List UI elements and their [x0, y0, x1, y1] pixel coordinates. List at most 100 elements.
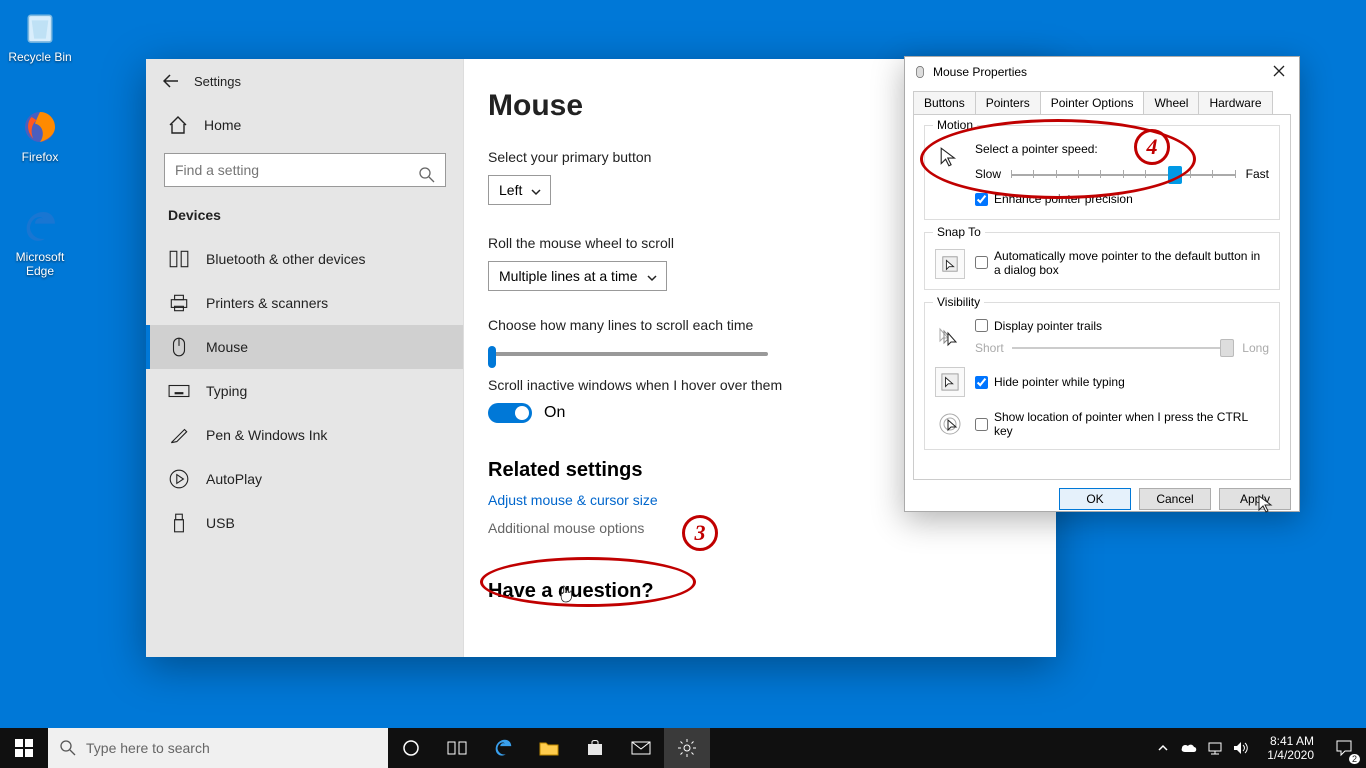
snapto-checkbox[interactable]: Automatically move pointer to the defaul… [975, 249, 1269, 277]
speed-slow-label: Slow [975, 167, 1001, 181]
desktop-icon-label: Firefox [5, 150, 75, 164]
sidebar-item-usb[interactable]: USB [146, 501, 463, 545]
link-additional-mouse-options[interactable]: Additional mouse options [488, 520, 1032, 536]
toggle-state: On [544, 404, 565, 422]
tray-onedrive[interactable] [1177, 728, 1201, 768]
tray-show-hidden[interactable] [1151, 728, 1175, 768]
taskbar-mail[interactable] [618, 728, 664, 768]
pen-icon [168, 425, 190, 445]
tab-buttons[interactable]: Buttons [913, 91, 976, 114]
recycle-bin-icon [19, 6, 61, 48]
network-icon [1207, 741, 1223, 755]
desktop-icon-recycle-bin[interactable]: Recycle Bin [5, 6, 75, 64]
taskbar-taskview[interactable] [434, 728, 480, 768]
sidebar-item-autoplay[interactable]: AutoPlay [146, 457, 463, 501]
tab-pointers[interactable]: Pointers [975, 91, 1041, 114]
taskbar-explorer[interactable] [526, 728, 572, 768]
taskbar: Type here to search 8:41 AM 1/4/2020 2 [0, 728, 1366, 768]
mouse-properties-dialog: Mouse Properties Buttons Pointers Pointe… [904, 56, 1300, 512]
trails-icon [935, 322, 965, 352]
hide-typing-icon [935, 367, 965, 397]
taskbar-edge[interactable] [480, 728, 526, 768]
snapto-icon [935, 249, 965, 279]
system-tray [1145, 728, 1259, 768]
sidebar-item-typing[interactable]: Typing [146, 369, 463, 413]
taskbar-clock[interactable]: 8:41 AM 1/4/2020 [1259, 734, 1322, 763]
sidebar-item-pen[interactable]: Pen & Windows Ink [146, 413, 463, 457]
notification-badge: 2 [1349, 754, 1360, 764]
taskbar-action-center[interactable]: 2 [1322, 728, 1366, 768]
trails-slider[interactable]: Short Long [975, 341, 1269, 355]
hide-while-typing-checkbox[interactable]: Hide pointer while typing [975, 375, 1125, 389]
sidebar-item-bluetooth[interactable]: Bluetooth & other devices [146, 237, 463, 281]
tray-volume[interactable] [1229, 728, 1253, 768]
inactive-windows-toggle[interactable] [488, 403, 532, 423]
sidebar-item-label: USB [206, 515, 235, 531]
start-button[interactable] [0, 728, 48, 768]
settings-header: Settings [146, 59, 463, 103]
cortana-icon [402, 739, 420, 757]
sidebar-item-printers[interactable]: Printers & scanners [146, 281, 463, 325]
settings-title: Settings [194, 74, 241, 89]
fieldset-label: Visibility [933, 295, 984, 309]
display-trails-checkbox[interactable]: Display pointer trails [975, 319, 1102, 333]
enhance-precision-checkbox[interactable]: Enhance pointer precision [975, 192, 1133, 206]
dialog-titlebar[interactable]: Mouse Properties [905, 57, 1299, 87]
sidebar-section-label: Devices [146, 203, 463, 237]
printer-icon [168, 293, 190, 313]
arrow-left-icon [163, 73, 179, 89]
apply-button[interactable]: Apply [1219, 488, 1291, 510]
clock-date: 1/4/2020 [1267, 748, 1314, 762]
chevron-down-icon [646, 272, 658, 284]
scroll-lines-slider[interactable] [488, 343, 768, 363]
sidebar-item-label: Typing [206, 383, 247, 399]
taskbar-cortana[interactable] [388, 728, 434, 768]
mail-icon [631, 741, 651, 755]
tab-hardware[interactable]: Hardware [1198, 91, 1272, 114]
pointer-speed-label: Select a pointer speed: [975, 142, 1269, 156]
desktop-icon-firefox[interactable]: Firefox [5, 106, 75, 164]
bluetooth-icon [168, 249, 190, 269]
gear-icon [677, 738, 697, 758]
visibility-fieldset: Visibility Display pointer trails Short … [924, 302, 1280, 451]
back-button[interactable] [156, 66, 186, 96]
cancel-button[interactable]: Cancel [1139, 488, 1211, 510]
speed-fast-label: Fast [1246, 167, 1269, 181]
firefox-icon [19, 106, 61, 148]
desktop-icon-edge[interactable]: Microsoft Edge [5, 206, 75, 278]
sidebar-item-home[interactable]: Home [146, 103, 463, 147]
taskbar-settings[interactable] [664, 728, 710, 768]
dialog-button-row: OK Cancel Apply [905, 488, 1299, 520]
tab-wheel[interactable]: Wheel [1143, 91, 1199, 114]
settings-search-wrap [146, 153, 463, 187]
close-button[interactable] [1267, 63, 1291, 82]
edge-icon [19, 206, 61, 248]
taskview-icon [447, 740, 467, 756]
primary-button-select[interactable]: Left [488, 175, 551, 205]
sidebar-item-mouse[interactable]: Mouse [146, 325, 463, 369]
show-location-ctrl-checkbox[interactable]: Show location of pointer when I press th… [975, 410, 1269, 438]
desktop-icon-label: Recycle Bin [5, 50, 75, 64]
taskbar-search[interactable]: Type here to search [48, 728, 388, 768]
store-icon [586, 739, 604, 757]
home-icon [168, 115, 188, 135]
taskbar-store[interactable] [572, 728, 618, 768]
dialog-body: Motion Select a pointer speed: Slow [913, 114, 1291, 480]
motion-fieldset: Motion Select a pointer speed: Slow [924, 125, 1280, 220]
sidebar-item-label: Bluetooth & other devices [206, 251, 366, 267]
fieldset-label: Snap To [933, 225, 985, 239]
dialog-tabs: Buttons Pointers Pointer Options Wheel H… [905, 87, 1299, 114]
tray-network[interactable] [1203, 728, 1227, 768]
pointer-speed-slider[interactable] [1011, 164, 1236, 184]
settings-search-input[interactable] [164, 153, 446, 187]
search-icon [419, 167, 435, 183]
sidebar-item-label: Printers & scanners [206, 295, 328, 311]
volume-icon [1233, 741, 1249, 755]
settings-sidebar: Settings Home Devices Bluetooth & other … [146, 59, 464, 657]
clock-time: 8:41 AM [1267, 734, 1314, 748]
tab-pointer-options[interactable]: Pointer Options [1040, 91, 1145, 114]
dropdown-value: Left [499, 182, 522, 198]
wheel-select[interactable]: Multiple lines at a time [488, 261, 667, 291]
ok-button[interactable]: OK [1059, 488, 1131, 510]
close-icon [1273, 65, 1285, 77]
